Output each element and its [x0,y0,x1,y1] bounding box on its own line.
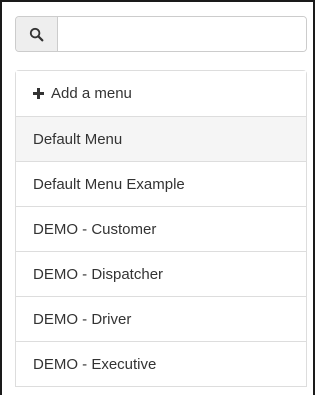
menu-item-label: Default Menu Example [33,175,185,193]
list-item[interactable]: Default Menu Example [16,161,306,206]
menu-item-label: DEMO - Dispatcher [33,265,164,283]
add-menu-button[interactable]: Add a menu [16,71,306,116]
list-item[interactable]: DEMO - Driver [16,296,306,341]
menu-list: Add a menu Default Menu Default Menu Exa… [15,70,307,387]
list-item[interactable]: DEMO - Executive [16,341,306,386]
search-input[interactable] [58,17,306,51]
search-icon[interactable] [16,17,58,51]
plus-icon [33,88,44,99]
list-item[interactable]: Default Menu [16,116,306,161]
list-item[interactable]: DEMO - Customer [16,206,306,251]
menu-item-label: DEMO - Executive [33,355,157,373]
search-group [15,16,307,52]
add-menu-label: Add a menu [51,85,132,102]
menu-item-label: DEMO - Driver [33,310,132,328]
menu-item-label: DEMO - Customer [33,220,157,238]
list-item[interactable]: DEMO - Dispatcher [16,251,306,296]
menu-panel: Add a menu Default Menu Default Menu Exa… [0,0,315,395]
search-icon-glyph [29,27,44,41]
menu-item-label: Default Menu [33,130,123,148]
